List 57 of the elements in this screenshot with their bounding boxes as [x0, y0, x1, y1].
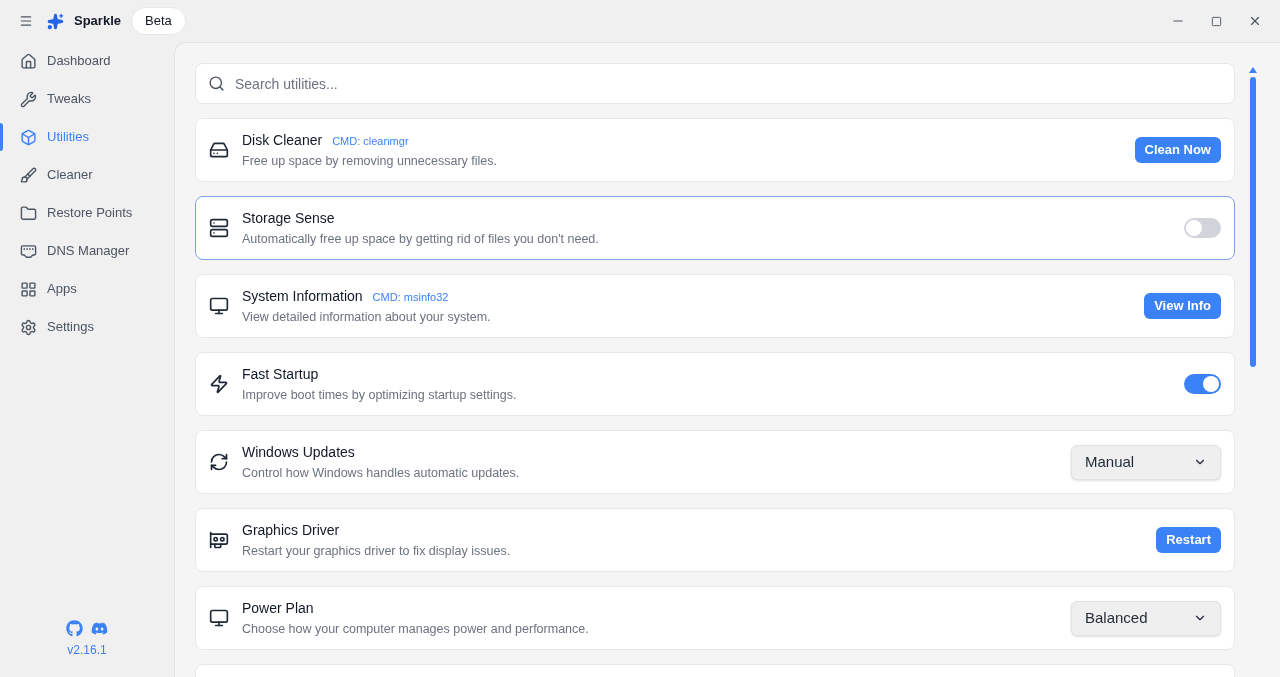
command-label: CMD: msinfo32 — [372, 289, 449, 305]
beta-badge: Beta — [131, 7, 186, 35]
sidebar-item[interactable]: Restore Points — [20, 203, 133, 223]
sidebar-item[interactable]: Dashboard — [20, 51, 111, 71]
refresh-icon — [209, 452, 229, 472]
settings-icon — [20, 318, 37, 336]
utility-title: Windows Updates — [242, 442, 355, 462]
action-button[interactable]: Restart — [1156, 527, 1221, 553]
action-button[interactable]: Clean Now — [1134, 137, 1221, 163]
command-label: CMD: cleanmgr — [332, 133, 409, 149]
network-port-icon — [20, 242, 37, 260]
utility-title: System Information — [242, 286, 363, 306]
utility-description: Choose how your computer manages power and performance. — [242, 620, 589, 638]
grid-icon — [20, 280, 37, 298]
utility-title: Fast Startup — [242, 364, 319, 384]
folder-icon — [20, 204, 37, 222]
version-label: v2.16.1 — [67, 642, 107, 659]
search-icon — [208, 75, 225, 92]
github-icon[interactable] — [66, 620, 83, 637]
utility-title: Graphics Driver — [242, 520, 340, 540]
monitor-icon — [209, 608, 229, 628]
scrollbar-thumb[interactable] — [1250, 77, 1256, 367]
utility-title: Disk Cleaner — [242, 130, 323, 150]
utility-description: Automatically free up space by getting rid of files you don't need. — [242, 230, 599, 248]
toggle-switch[interactable] — [1184, 374, 1221, 394]
utility-description: Control how Windows handles automatic updates. — [242, 464, 520, 482]
maximize-icon[interactable] — [1211, 15, 1222, 27]
close-icon[interactable] — [1248, 14, 1262, 28]
action-button[interactable]: View Info — [1144, 293, 1221, 319]
sidebar-item[interactable]: DNS Manager — [20, 241, 130, 261]
hard-drive-icon — [209, 140, 229, 160]
utility-description: View detailed information about your system. — [242, 308, 491, 326]
sidebar-item[interactable]: Apps — [20, 279, 77, 299]
server-icon — [209, 218, 229, 238]
toggle-switch[interactable] — [1184, 218, 1221, 238]
graphics-card-icon — [209, 530, 229, 550]
home-icon — [20, 52, 37, 70]
dropdown-select[interactable]: Manual — [1071, 444, 1221, 480]
cube-icon — [20, 128, 37, 146]
app-name: Sparkle — [74, 12, 121, 31]
utility-description: Free up space by removing unnecessary files. — [242, 152, 497, 170]
utility-description: Improve boot times by optimizing startup settings. — [242, 386, 517, 404]
dropdown-select[interactable]: Balanced — [1071, 600, 1221, 636]
monitor-icon — [209, 296, 229, 316]
discord-icon[interactable] — [91, 620, 108, 637]
utility-title: Storage Sense — [242, 208, 335, 228]
sidebar-item[interactable]: Tweaks — [20, 89, 92, 109]
lightning-icon — [209, 374, 229, 394]
utility-description: Restart your graphics driver to fix display issues. — [242, 542, 511, 560]
sidebar-item[interactable]: Settings — [20, 317, 94, 337]
wrench-icon — [20, 90, 37, 108]
menu-icon[interactable] — [19, 14, 33, 28]
brush-icon — [20, 166, 37, 184]
search-field[interactable]: Search utilities... — [195, 63, 1235, 104]
sidebar-item[interactable]: Cleaner — [20, 165, 93, 185]
sparkle-logo-icon — [47, 12, 64, 30]
utility-title: Power Plan — [242, 598, 314, 618]
